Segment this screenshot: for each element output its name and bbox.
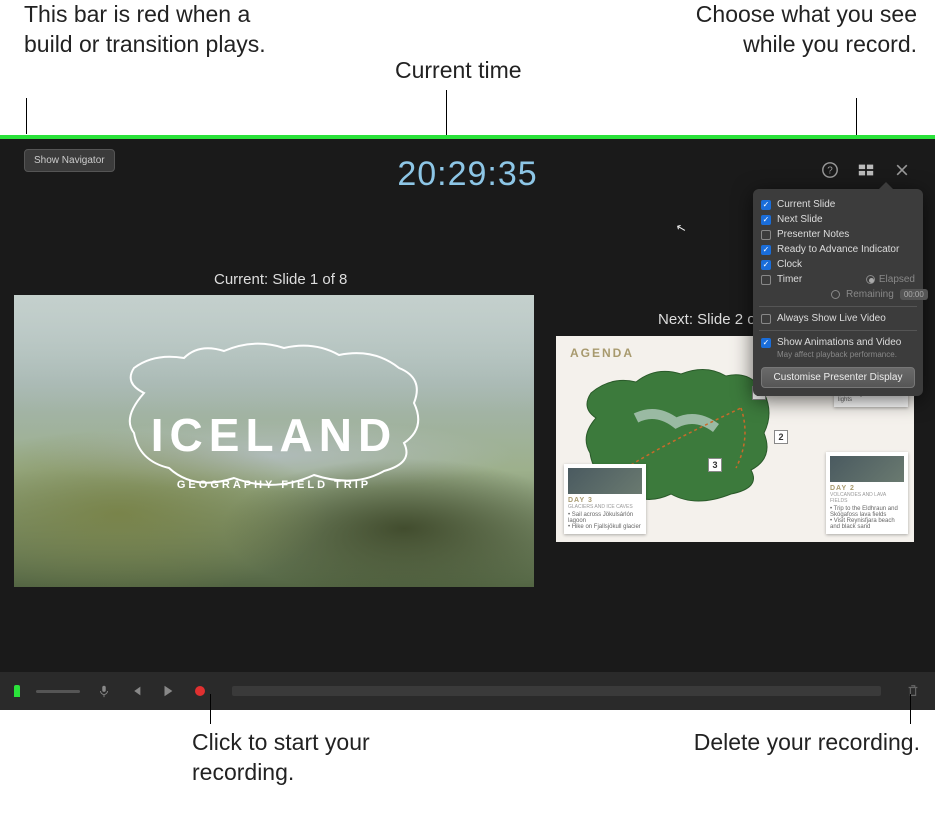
- callout-line: [910, 694, 911, 724]
- callout-current-time: Current time: [395, 56, 522, 86]
- checkbox-icon[interactable]: [761, 260, 771, 270]
- checkbox-icon[interactable]: [761, 275, 771, 285]
- show-navigator-button[interactable]: Show Navigator: [24, 149, 115, 172]
- rewind-icon[interactable]: [128, 683, 144, 699]
- map-marker: 3: [708, 458, 722, 472]
- presenter-recording-window: Show Navigator 20:29:35 ? ↖ Current: Sli…: [0, 135, 935, 710]
- callout-line: [210, 694, 211, 724]
- option-timer-remaining[interactable]: Remaining 00:00: [761, 287, 915, 302]
- animations-note: May affect playback performance.: [761, 350, 915, 359]
- record-button[interactable]: [192, 683, 208, 699]
- checkbox-icon[interactable]: [761, 230, 771, 240]
- help-icon[interactable]: ?: [821, 161, 839, 179]
- svg-text:?: ?: [827, 166, 833, 177]
- option-live-video[interactable]: Always Show Live Video: [761, 311, 915, 326]
- input-level-icon: [14, 685, 20, 697]
- checkbox-icon[interactable]: [761, 314, 771, 324]
- checkbox-icon[interactable]: [761, 200, 771, 210]
- checkbox-icon[interactable]: [761, 338, 771, 348]
- option-ready-indicator[interactable]: Ready to Advance Indicator: [761, 242, 915, 257]
- current-slide-label: Current: Slide 1 of 8: [214, 271, 347, 288]
- option-next-slide[interactable]: Next Slide: [761, 212, 915, 227]
- option-presenter-notes[interactable]: Presenter Notes: [761, 227, 915, 242]
- play-icon[interactable]: [160, 683, 176, 699]
- clock-display: 20:29:35: [397, 155, 537, 194]
- map-marker: 2: [774, 430, 788, 444]
- callout-delete-recording: Delete your recording.: [660, 728, 920, 758]
- current-slide-preview: ICELAND GEOGRAPHY FIELD TRIP: [14, 295, 534, 587]
- trash-icon[interactable]: [905, 683, 921, 699]
- radio-icon[interactable]: [831, 290, 840, 299]
- day-card: DAY 3 GLACIERS AND ICE CAVES • Sail acro…: [564, 464, 646, 534]
- day-card: DAY 2 VOLCANOES AND LAVA FIELDS • Trip t…: [826, 452, 908, 534]
- layout-options-icon[interactable]: [857, 161, 875, 179]
- input-level-meter: [36, 690, 80, 693]
- microphone-icon[interactable]: [96, 683, 112, 699]
- callout-layout-menu: Choose what you see while you record.: [667, 0, 917, 60]
- mouse-cursor: ↖: [674, 220, 687, 236]
- slide-title: ICELAND: [151, 408, 397, 462]
- divider: [759, 306, 917, 307]
- callout-line: [26, 98, 27, 134]
- build-transition-status-bar: [0, 135, 935, 139]
- checkbox-icon[interactable]: [761, 245, 771, 255]
- slide-subtitle: GEOGRAPHY FIELD TRIP: [177, 479, 371, 491]
- option-clock[interactable]: Clock: [761, 257, 915, 272]
- option-current-slide[interactable]: Current Slide: [761, 197, 915, 212]
- remaining-time-field[interactable]: 00:00: [900, 289, 928, 300]
- option-timer[interactable]: Timer Elapsed: [761, 272, 915, 287]
- presenter-display-popover: Current Slide Next Slide Presenter Notes…: [753, 189, 923, 396]
- recording-toolbar: [0, 672, 935, 710]
- callout-status-bar: This bar is red when a build or transiti…: [24, 0, 284, 60]
- callout-record-button: Click to start your recording.: [192, 728, 392, 788]
- option-show-animations[interactable]: Show Animations and Video: [761, 335, 915, 350]
- checkbox-icon[interactable]: [761, 215, 771, 225]
- close-icon[interactable]: [893, 161, 911, 179]
- radio-icon[interactable]: [866, 275, 875, 284]
- customise-display-button[interactable]: Customise Presenter Display: [761, 367, 915, 388]
- recording-timeline[interactable]: [232, 686, 881, 696]
- record-dot-icon: [195, 686, 205, 696]
- divider: [759, 330, 917, 331]
